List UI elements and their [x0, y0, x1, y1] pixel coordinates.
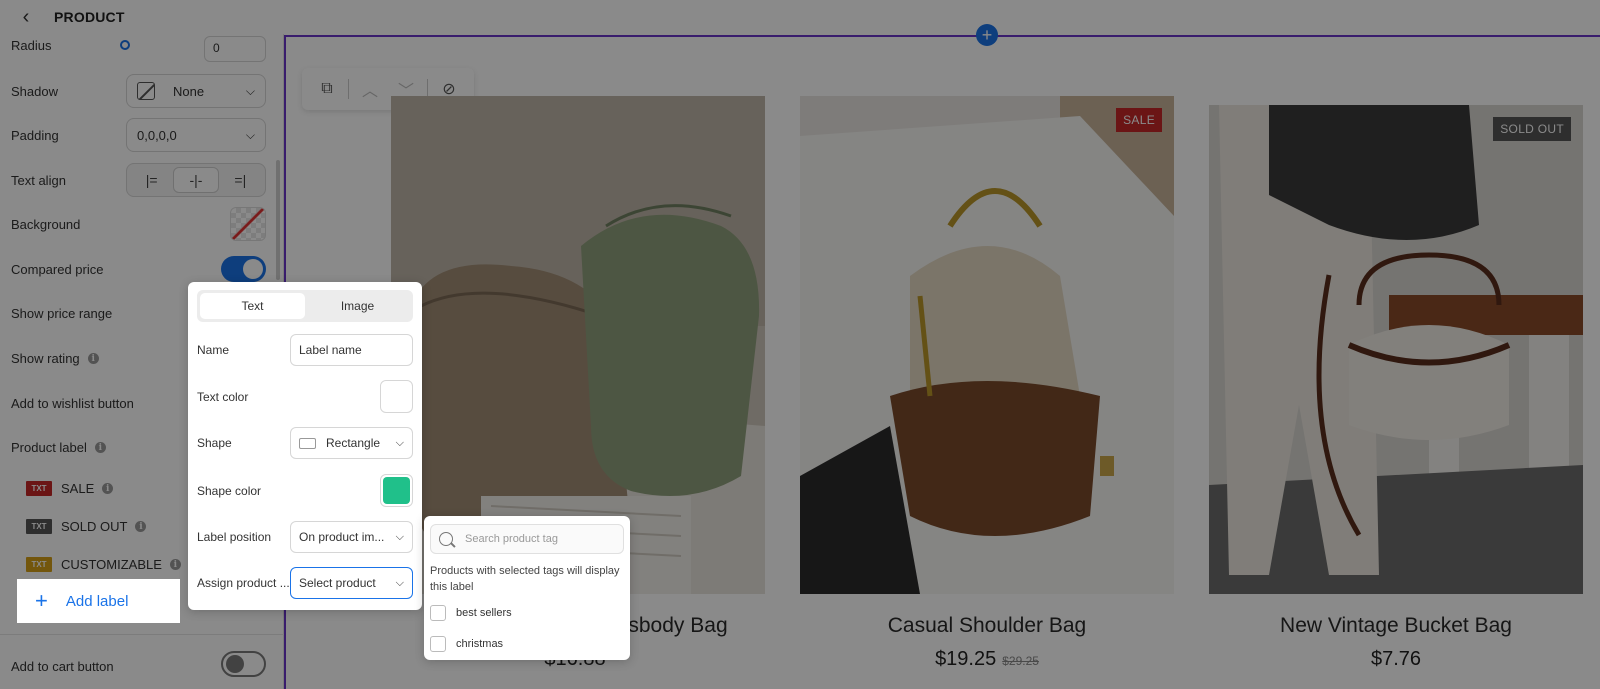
tag-search-input[interactable]: Search product tag — [430, 524, 624, 554]
chevron-down-icon: ⌵ — [395, 436, 404, 449]
plus-icon: + — [35, 588, 48, 613]
label-position-select[interactable]: On product im... ⌵ — [290, 521, 413, 553]
checkbox[interactable] — [430, 605, 446, 621]
shape-color-label: Shape color — [197, 483, 262, 498]
tag-option[interactable]: best sellers — [430, 605, 512, 621]
add-label-text: Add label — [65, 592, 129, 610]
tab-text[interactable]: Text — [200, 293, 305, 319]
label-editor-popup: Text Image Name Label name Text color Sh… — [188, 282, 422, 610]
text-color-label: Text color — [197, 389, 249, 404]
label-position-value: On product im... — [299, 530, 385, 544]
tag-option-label: best sellers — [456, 607, 512, 619]
assign-product-select[interactable]: Select product ⌵ — [290, 567, 413, 599]
label-position-label: Label position — [197, 530, 272, 544]
shape-value: Rectangle — [326, 436, 381, 450]
tag-hint-text: Products with selected tags will display… — [430, 565, 620, 593]
assign-product-value: Select product — [299, 576, 376, 590]
name-label: Name — [197, 343, 230, 357]
label-type-tabs: Text Image — [197, 290, 413, 322]
text-color-fill — [383, 383, 410, 410]
tab-image[interactable]: Image — [305, 293, 410, 319]
shape-select[interactable]: Rectangle ⌵ — [290, 427, 413, 459]
assign-product-label: Assign product ... — [197, 576, 290, 590]
text-color-swatch[interactable] — [380, 380, 413, 413]
tag-search-placeholder: Search product tag — [465, 533, 558, 545]
shape-label: Shape — [197, 436, 232, 450]
product-tag-dropdown: Search product tag Products with selecte… — [424, 516, 630, 660]
shape-color-fill — [383, 477, 410, 504]
label-name-input[interactable]: Label name — [290, 334, 413, 366]
rectangle-icon — [299, 437, 316, 449]
search-icon — [439, 532, 453, 546]
chevron-down-icon: ⌵ — [395, 530, 404, 543]
shape-color-swatch[interactable] — [380, 474, 413, 507]
add-label-button[interactable]: + Add label — [17, 579, 180, 623]
checkbox[interactable] — [430, 636, 446, 652]
chevron-down-icon: ⌵ — [395, 576, 404, 589]
tag-option-label: christmas — [456, 638, 504, 650]
tag-option[interactable]: christmas — [430, 636, 503, 652]
